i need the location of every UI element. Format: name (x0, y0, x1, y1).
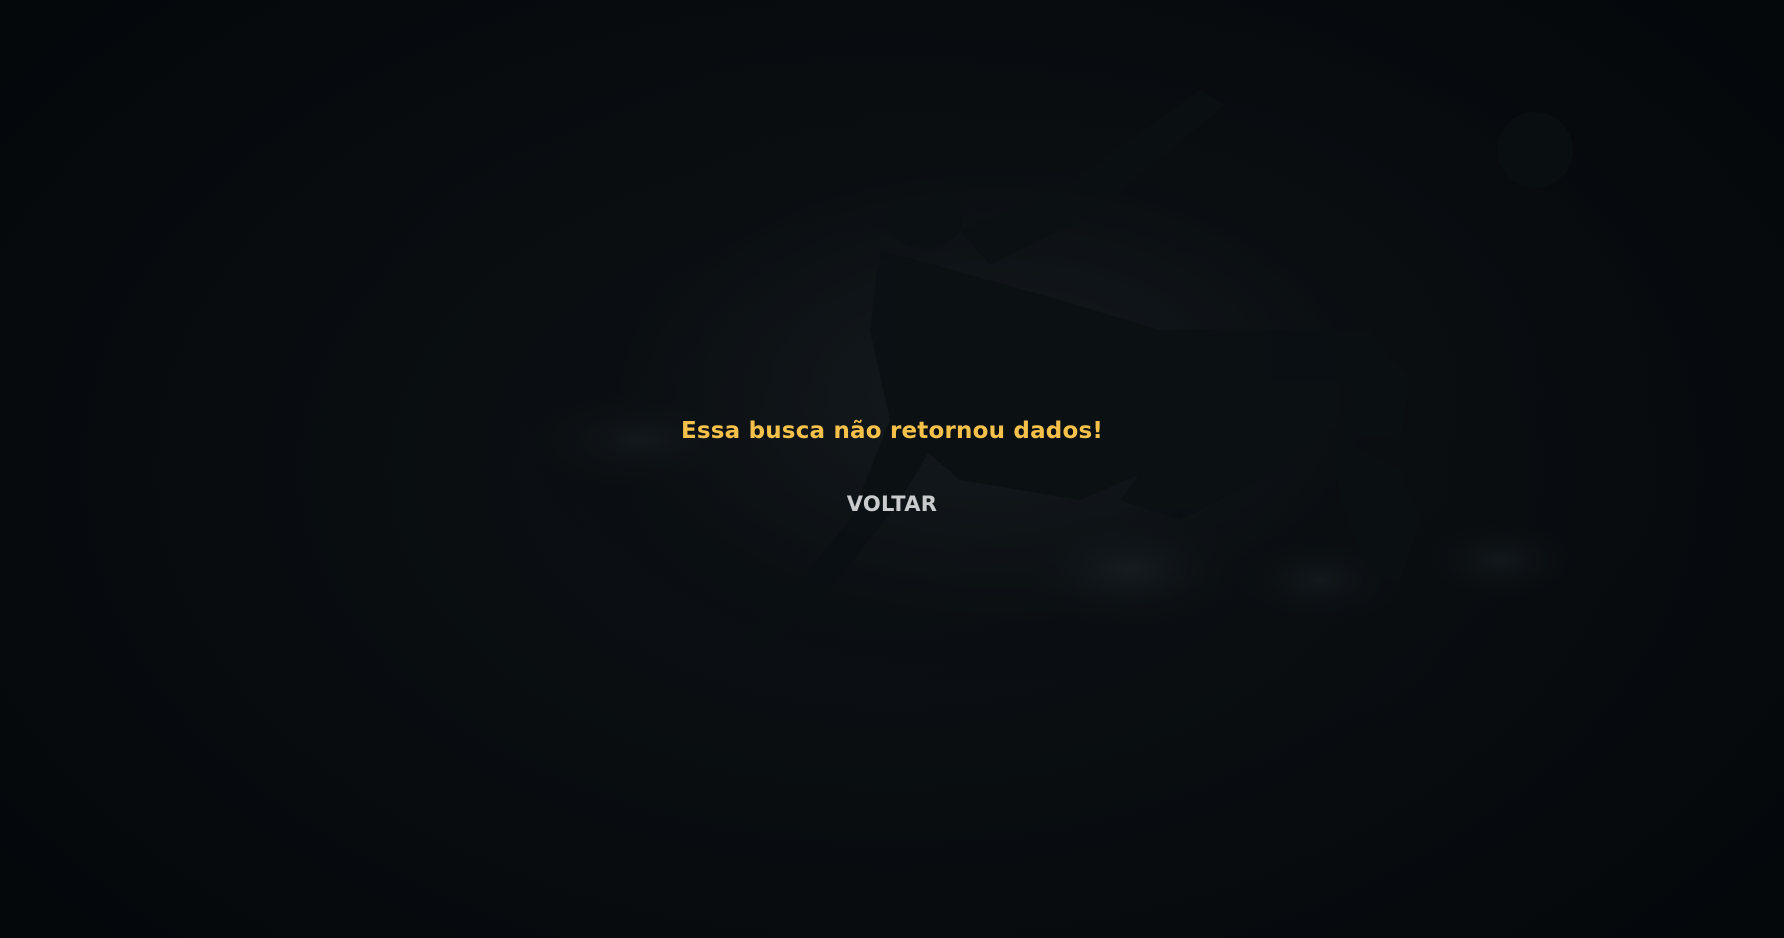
page-background: Essa busca não retornou dados! VOLTAR (0, 0, 1784, 938)
back-button[interactable]: VOLTAR (839, 488, 946, 520)
empty-result-notice: Essa busca não retornou dados! VOLTAR (0, 0, 1784, 938)
no-results-message: Essa busca não retornou dados! (680, 418, 1104, 444)
